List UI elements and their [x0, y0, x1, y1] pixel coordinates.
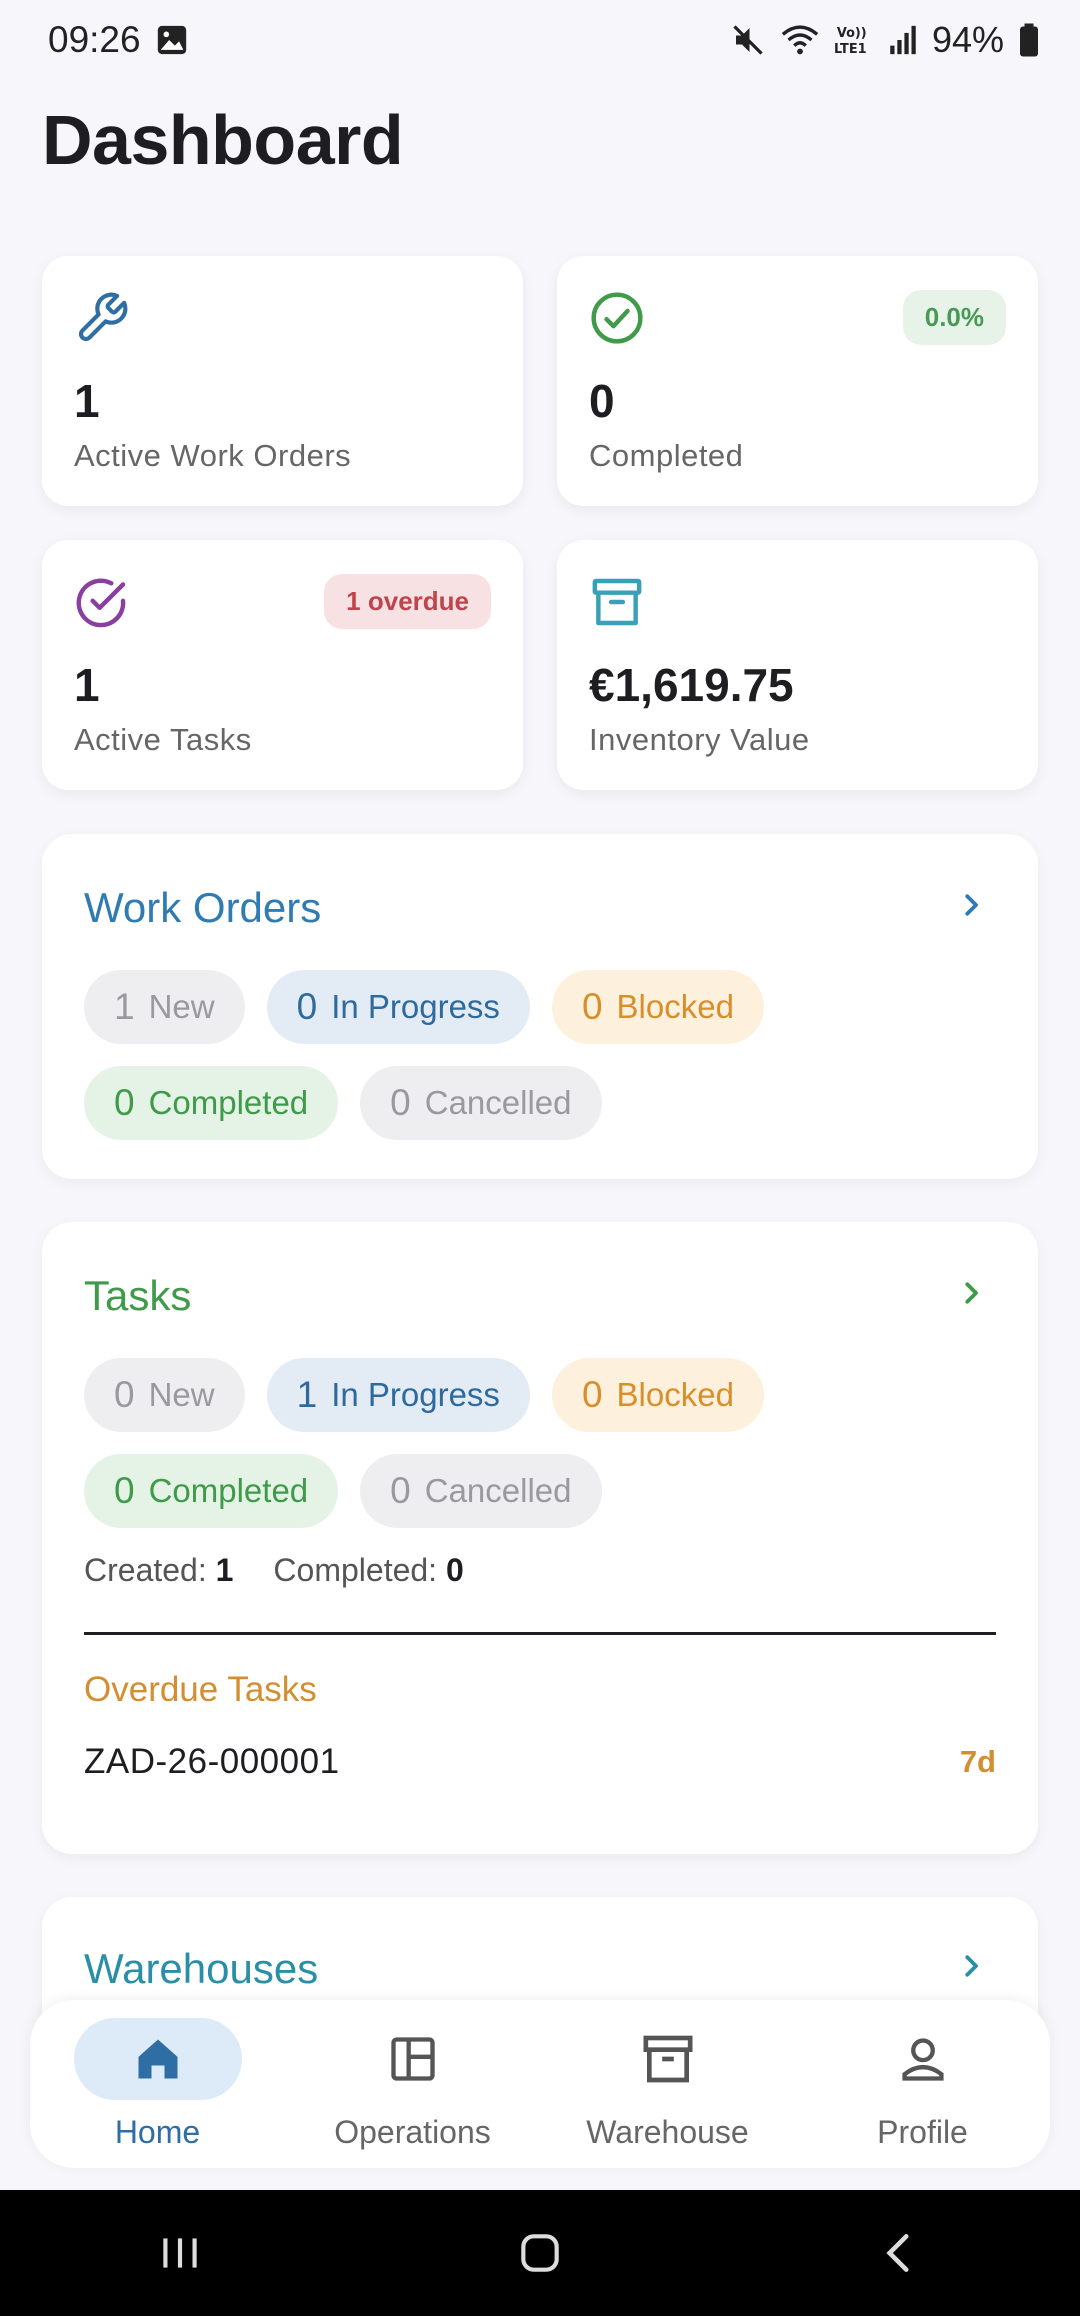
chevron-right-icon[interactable]: [956, 1278, 986, 1308]
chip-new[interactable]: 0 New: [84, 1358, 245, 1432]
overdue-badge: 1 overdue: [324, 574, 491, 629]
nav-label: Warehouse: [586, 2113, 749, 2150]
battery-percent: 94%: [931, 19, 1004, 60]
bottom-navigation: Home Operations Warehouse Profile: [30, 2000, 1050, 2168]
work-orders-status-chips: 1 New 0 In Progress 0 Blocked 0 Completed 0C…: [84, 970, 996, 1140]
chip-completed[interactable]: 0 Completed: [84, 1066, 339, 1140]
overdue-tasks-title: Overdue Tasks: [84, 1670, 317, 1709]
status-time: 09:26: [48, 19, 141, 60]
recents-icon[interactable]: [155, 2228, 205, 2278]
nav-operations[interactable]: Operations: [303, 2018, 523, 2151]
nav-profile[interactable]: Profile: [813, 2018, 1033, 2151]
status-bar: 09:26 Vo)) LTE1 94%: [0, 0, 1080, 80]
nav-label: Profile: [877, 2113, 968, 2150]
overdue-task-days: 7d: [959, 1744, 996, 1779]
chevron-right-icon[interactable]: [956, 1951, 986, 1981]
created-count: Created: 1: [84, 1552, 234, 1588]
wifi-icon: [781, 25, 819, 55]
tasks-title: Tasks: [84, 1272, 192, 1319]
chip-in-progress[interactable]: 1 In Progress: [266, 1358, 530, 1432]
signal-icon: [890, 25, 916, 55]
stat-card-inventory[interactable]: €1,619.75 Inventory Value: [557, 540, 1038, 790]
chip-in-progress[interactable]: 0 In Progress: [266, 970, 530, 1044]
stat-label: Completed: [589, 438, 744, 473]
stat-label: Inventory Value: [589, 722, 810, 757]
chip-completed[interactable]: 0 Completed: [84, 1454, 339, 1528]
task-counts: Created: 1 Completed: 0: [84, 1552, 464, 1589]
divider: [84, 1632, 996, 1635]
stat-value: 0: [589, 375, 615, 427]
stat-card-tasks[interactable]: 1 overdue 1 Active Tasks: [42, 540, 523, 790]
chip-blocked[interactable]: 0 Blocked: [551, 1358, 764, 1432]
task-check-icon: [76, 578, 126, 628]
home-icon: [138, 2039, 177, 2078]
stat-value: 1: [74, 375, 100, 427]
system-navigation-bar: [0, 2190, 1080, 2316]
check-circle-icon: [591, 292, 643, 344]
archive-icon: [643, 2035, 692, 2082]
stat-card-work-orders[interactable]: 1 Active Work Orders: [42, 256, 523, 506]
chevron-right-icon[interactable]: [956, 890, 986, 920]
work-orders-title: Work Orders: [84, 884, 322, 931]
battery-icon: [1020, 23, 1038, 57]
svg-text:Vo)): Vo)): [837, 26, 867, 41]
nav-warehouse[interactable]: Warehouse: [558, 2018, 778, 2151]
home-button-icon[interactable]: [515, 2228, 565, 2278]
svg-text:LTE1: LTE1: [834, 42, 867, 57]
stat-card-completed[interactable]: 0.0% 0 Completed: [557, 256, 1038, 506]
chip-blocked[interactable]: 0 Blocked: [551, 970, 764, 1044]
operations-icon: [390, 2036, 435, 2081]
chip-cancelled[interactable]: 0 Cancelled: [360, 1066, 602, 1140]
stat-value: 1: [74, 659, 100, 711]
tasks-card[interactable]: Tasks 0 New 1 In Progress 0 Blocked 0 Comple…: [42, 1222, 1038, 1854]
page-title: Dashboard: [42, 101, 404, 179]
completion-rate-badge: 0.0%: [902, 290, 1006, 345]
nav-home[interactable]: Home: [48, 2017, 268, 2151]
stat-value: €1,619.75: [589, 659, 794, 711]
stat-label: Active Tasks: [74, 722, 252, 757]
overdue-task-id[interactable]: ZAD-26-000001: [84, 1742, 340, 1782]
nav-label: Home: [114, 2113, 201, 2150]
archive-icon: [592, 578, 642, 626]
gallery-icon: [157, 25, 186, 55]
completed-count: Completed: 0: [273, 1552, 464, 1588]
volte-icon: Vo)) LTE1: [834, 26, 867, 57]
stat-label: Active Work Orders: [74, 438, 352, 473]
chip-cancelled[interactable]: 0 Cancelled: [360, 1454, 602, 1528]
wrench-icon: [78, 292, 128, 342]
chip-new[interactable]: 1 New: [84, 970, 245, 1044]
mute-icon: [733, 25, 763, 55]
warehouses-title: Warehouses: [84, 1945, 319, 1992]
work-orders-card[interactable]: Work Orders 1 New 0 In Progress 0 Blocked 0…: [42, 834, 1038, 1179]
nav-label: Operations: [334, 2113, 491, 2150]
person-icon: [901, 2037, 944, 2081]
back-icon[interactable]: [875, 2228, 925, 2278]
tasks-status-chips: 0 New 1 In Progress 0 Blocked 0 Completed 0C…: [84, 1358, 996, 1528]
